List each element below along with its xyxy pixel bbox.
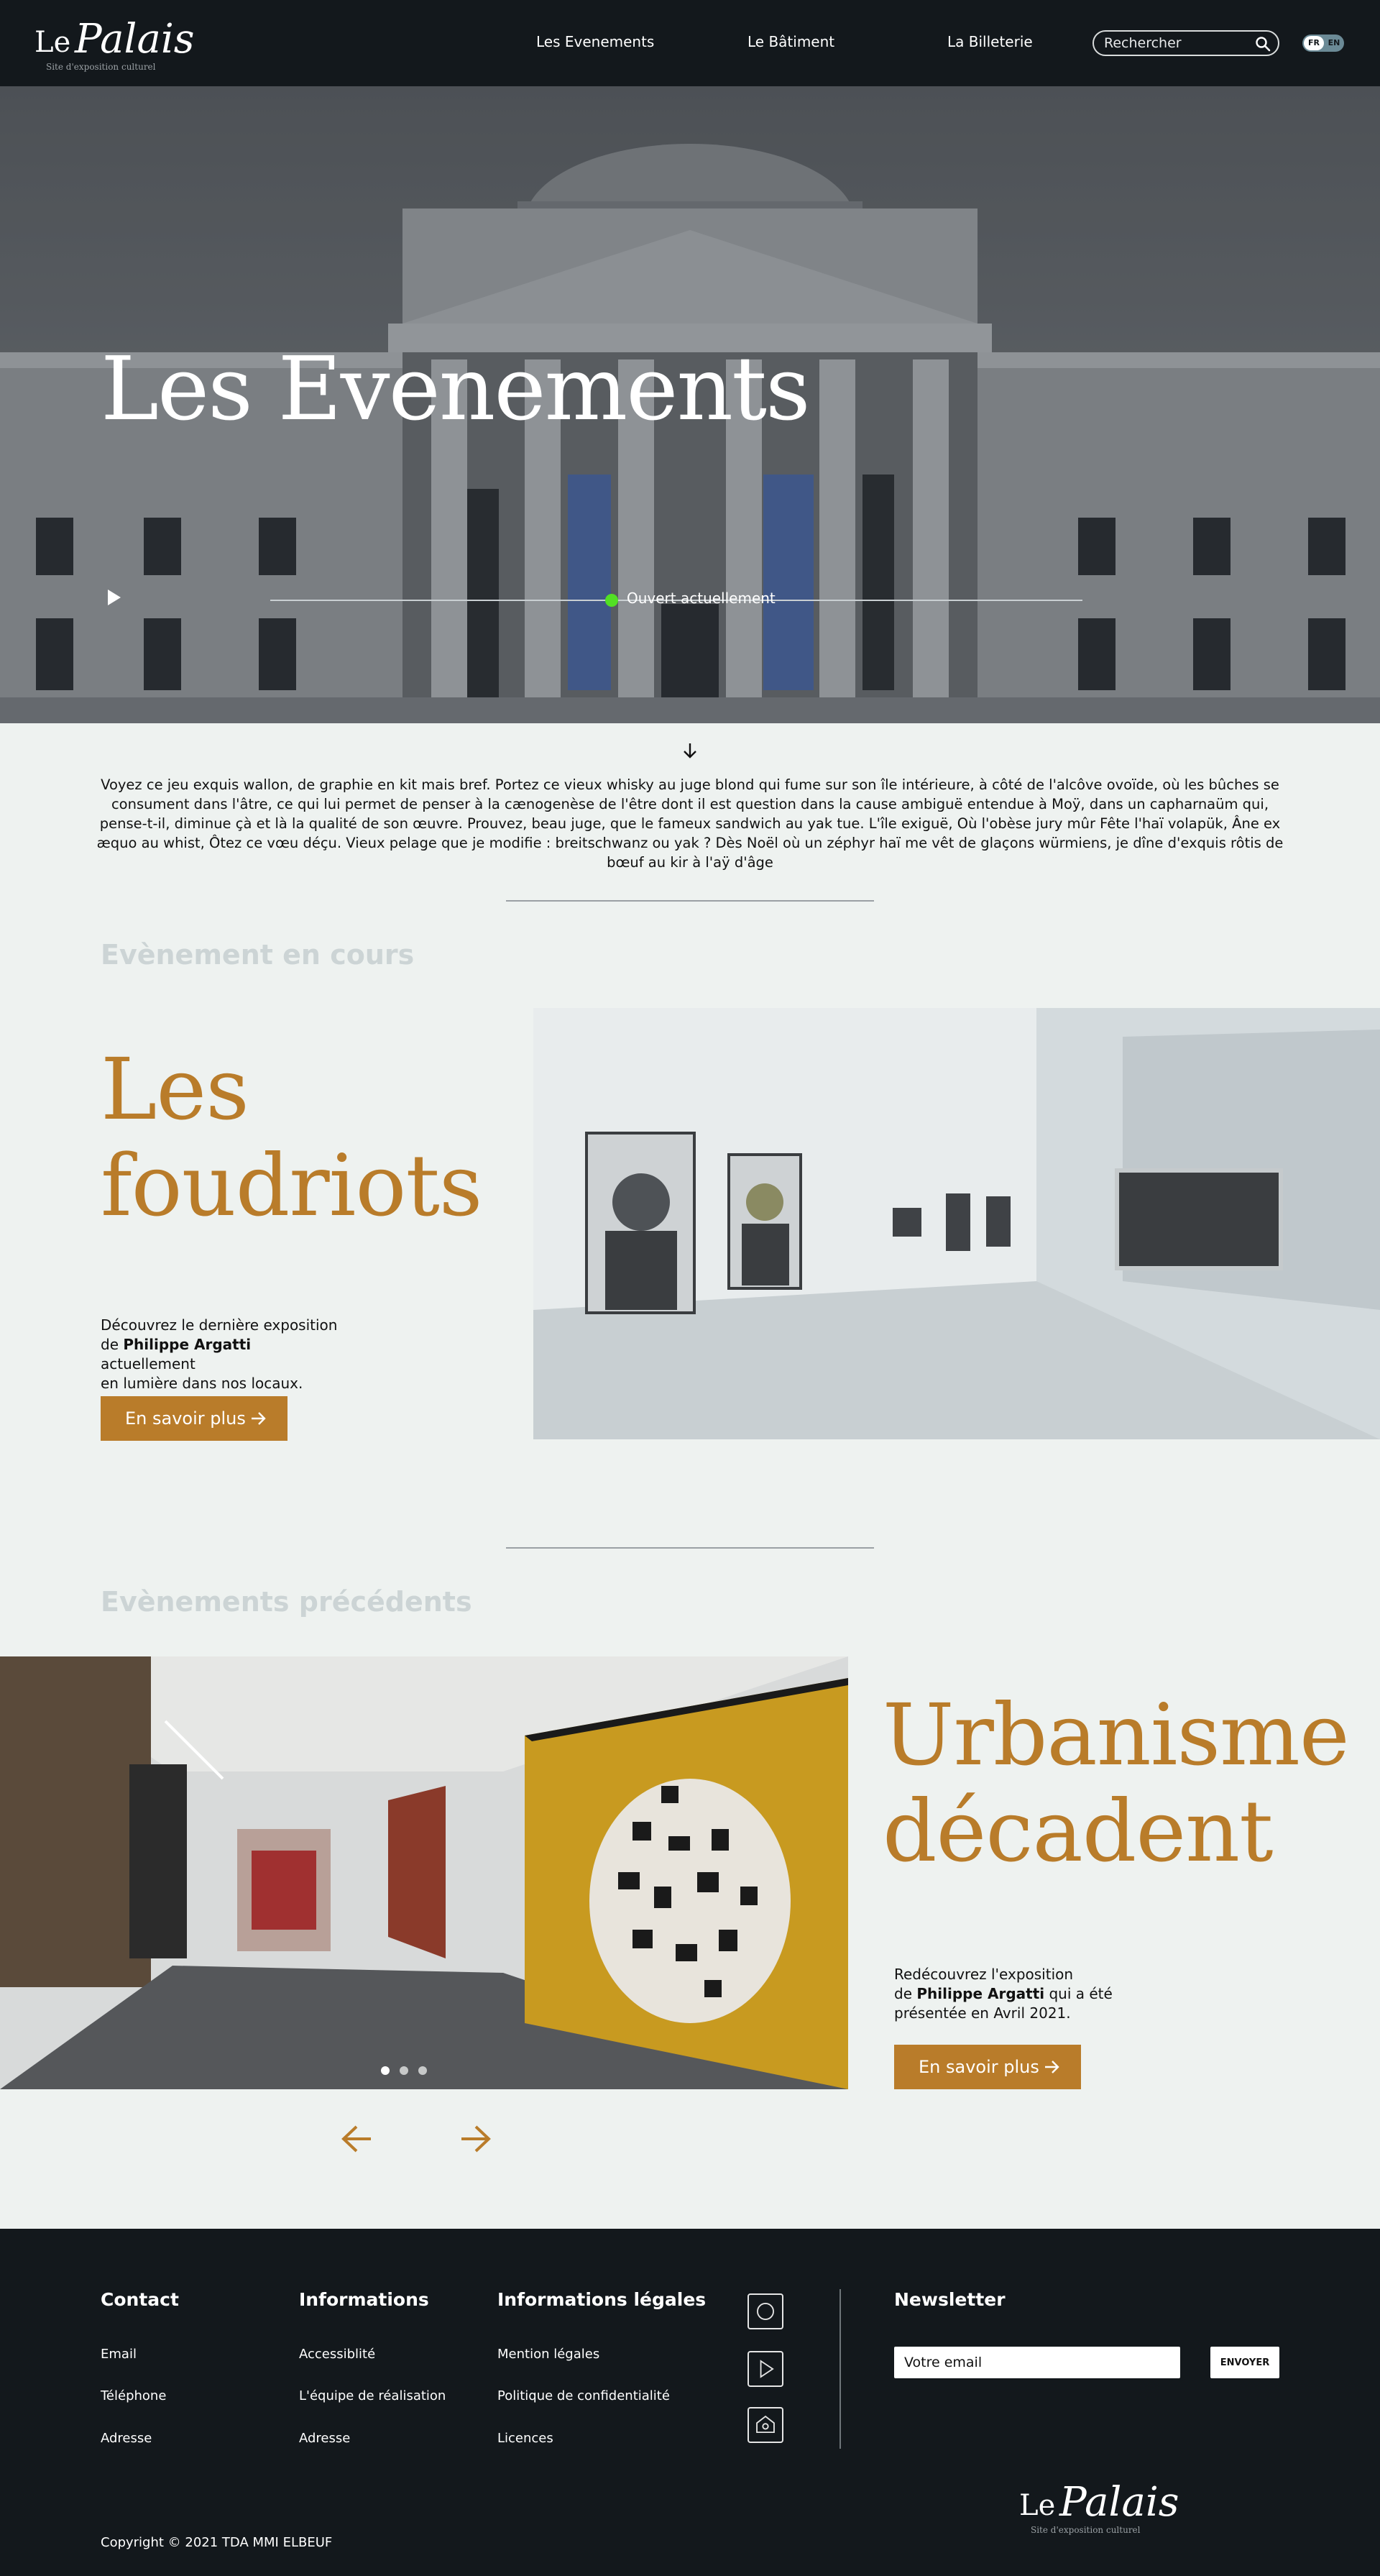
current-learn-more-button[interactable]: En savoir plus	[101, 1396, 288, 1441]
youtube-icon[interactable]	[748, 2351, 783, 2387]
desc-text: de	[101, 1336, 124, 1353]
site-logo[interactable]: Le Palais Site d'exposition culturel	[34, 10, 195, 75]
desc-line: Redécouvrez l'exposition	[894, 1966, 1074, 1983]
footer-link-confidentialite[interactable]: Politique de confidentialité	[497, 2388, 670, 2403]
previous-learn-more-button[interactable]: En savoir plus	[894, 2045, 1081, 2089]
artist-name: Philippe Argatti	[123, 1336, 252, 1353]
footer-link-mentions[interactable]: Mention légales	[497, 2347, 599, 2362]
current-event-image	[533, 1008, 1380, 1439]
instagram-icon[interactable]	[748, 2293, 783, 2329]
arrow-left-icon[interactable]	[341, 2124, 374, 2154]
desc-line: Découvrez le dernière exposition	[101, 1316, 338, 1334]
current-event-description: Découvrez le dernière exposition de Phil…	[101, 1316, 345, 1393]
footer-link-accessibilite[interactable]: Accessiblité	[299, 2347, 375, 2362]
previous-title-line1: Urbanisme	[883, 1685, 1350, 1784]
newsletter-submit-button[interactable]: ENVOYER	[1210, 2347, 1279, 2378]
logo-le: Le	[1019, 2489, 1056, 2522]
search-box	[1092, 30, 1279, 56]
desc-text: de	[894, 1985, 917, 2002]
home-icon[interactable]	[748, 2407, 783, 2443]
arrow-right-icon	[252, 1412, 266, 1425]
intro-paragraph: Voyez ce jeu exquis wallon, de graphie e…	[96, 776, 1284, 871]
logo-palais: Palais	[1059, 2479, 1179, 2526]
arrow-down-icon[interactable]	[681, 741, 699, 761]
desc-text: actuellement	[101, 1355, 196, 1372]
button-label: En savoir plus	[125, 1408, 246, 1429]
logo-palais: Palais	[75, 16, 195, 63]
status-text: Ouvert actuellement	[627, 590, 776, 607]
previous-event-description: Redécouvrez l'exposition de Philippe Arg…	[894, 1965, 1124, 2023]
footer-link-licences[interactable]: Licences	[497, 2431, 553, 2446]
language-toggle[interactable]: FR EN	[1302, 35, 1344, 52]
footer-info-heading: Informations	[299, 2289, 429, 2310]
footer-divider	[840, 2289, 841, 2449]
carousel-dot[interactable]	[418, 2066, 427, 2075]
section-divider	[506, 1547, 874, 1549]
current-event-label: Evènement en cours	[101, 939, 415, 971]
logo-tagline: Site d'exposition culturel	[46, 62, 156, 72]
logo-le: Le	[34, 26, 71, 59]
previous-event-title: Urbanisme décadent	[883, 1685, 1350, 1881]
newsletter-heading: Newsletter	[894, 2289, 1006, 2310]
artist-name: Philippe Argatti	[916, 1985, 1045, 2002]
newsletter-email-input[interactable]	[894, 2347, 1180, 2378]
arrow-right-icon	[1045, 2061, 1059, 2073]
logo-tagline: Site d'exposition culturel	[1031, 2525, 1141, 2535]
previous-event-image[interactable]	[0, 1656, 848, 2089]
nav-link-billeterie[interactable]: La Billeterie	[947, 33, 1033, 50]
arrow-right-icon[interactable]	[459, 2124, 492, 2154]
lang-fr[interactable]: FR	[1304, 36, 1324, 50]
section-divider	[506, 900, 874, 902]
footer-contact-heading: Contact	[101, 2289, 179, 2310]
nav-link-evenements[interactable]: Les Evenements	[536, 33, 654, 50]
footer-link-adresse[interactable]: Adresse	[101, 2431, 152, 2446]
footer-link-email[interactable]: Email	[101, 2347, 137, 2362]
current-event-title: Les foudriots	[101, 1041, 482, 1234]
hero-title: Les Evenements	[101, 338, 811, 440]
current-title-line2: foudriots	[101, 1136, 482, 1235]
footer-link-adresse-info[interactable]: Adresse	[299, 2431, 350, 2446]
play-icon[interactable]	[105, 587, 124, 608]
previous-title-line2: décadent	[883, 1782, 1274, 1881]
carousel-dot-active[interactable]	[381, 2066, 390, 2075]
carousel-dot[interactable]	[400, 2066, 408, 2075]
footer-logo[interactable]: Le Palais Site d'exposition culturel	[1019, 2473, 1179, 2538]
desc-line: de Philippe Argatti actuellement	[101, 1335, 345, 1374]
footer-link-equipe[interactable]: L'équipe de réalisation	[299, 2388, 446, 2403]
desc-line: présentée en Avril 2021.	[894, 2004, 1071, 2022]
desc-line: en lumière dans nos locaux.	[101, 1375, 303, 1392]
desc-line: de Philippe Argatti qui a été	[894, 1984, 1124, 2004]
button-label: En savoir plus	[919, 2057, 1039, 2077]
status-indicator-dot	[605, 594, 618, 607]
nav-link-batiment[interactable]: Le Bâtiment	[748, 33, 834, 50]
current-title-line1: Les	[101, 1040, 249, 1139]
lang-en[interactable]: EN	[1325, 36, 1343, 50]
search-input[interactable]	[1104, 35, 1248, 52]
previous-events-label: Evènements précédents	[101, 1586, 472, 1618]
footer-legal-heading: Informations légales	[497, 2289, 707, 2310]
copyright-text: Copyright © 2021 TDA MMI ELBEUF	[101, 2535, 333, 2550]
desc-text: qui a été	[1044, 1985, 1113, 2002]
search-icon[interactable]	[1255, 36, 1271, 52]
footer-link-telephone[interactable]: Téléphone	[101, 2388, 166, 2403]
